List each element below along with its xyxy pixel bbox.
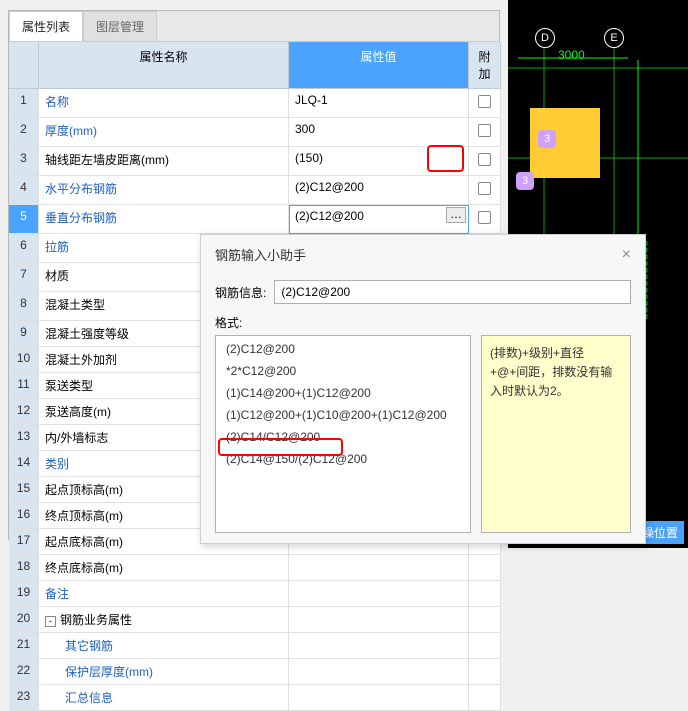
property-name[interactable]: 汇总信息 [39, 685, 289, 711]
format-item[interactable]: (1)C14@200+(1)C12@200 [226, 386, 460, 400]
row-number[interactable]: 7 [9, 263, 39, 292]
extra-checkbox[interactable] [478, 211, 491, 224]
property-name[interactable]: 轴线距左墙皮距离(mm) [39, 147, 289, 176]
row-number[interactable]: 21 [9, 633, 39, 659]
format-list[interactable]: (2)C12@200 *2*C12@200 (1)C14@200+(1)C12@20… [215, 335, 471, 533]
extra-cell [469, 555, 501, 581]
format-item[interactable]: (2)C14@150/(2)C12@200 [226, 452, 460, 466]
tab-properties[interactable]: 属性列表 [9, 11, 83, 41]
ellipsis-button[interactable]: … [446, 207, 466, 223]
extra-cell [469, 118, 501, 147]
row-number[interactable]: 16 [9, 503, 39, 529]
property-name[interactable]: 终点底标高(m) [39, 555, 289, 581]
property-name[interactable]: 厚度(mm) [39, 118, 289, 147]
property-value[interactable]: 300 [289, 118, 469, 147]
extra-checkbox[interactable] [478, 95, 491, 108]
format-hint: (排数)+级别+直径+@+间距，排数没有输入时默认为2。 [481, 335, 631, 533]
format-item[interactable]: (1)C12@200+(1)C10@200+(1)C12@200 [226, 408, 460, 422]
extra-cell [469, 607, 501, 633]
dim-horizontal: 3000 [558, 48, 585, 62]
property-value[interactable] [289, 581, 469, 607]
row-number[interactable]: 12 [9, 399, 39, 425]
property-name[interactable]: 其它钢筋 [39, 633, 289, 659]
property-name[interactable]: -钢筋业务属性 [39, 607, 289, 633]
rebar-helper-dialog: 钢筋输入小助手 × 钢筋信息: 格式: (2)C12@200 *2*C12@200… [200, 234, 646, 544]
extra-cell [469, 633, 501, 659]
property-value[interactable]: (150) [289, 147, 469, 176]
extra-cell [469, 89, 501, 118]
extra-checkbox[interactable] [478, 124, 491, 137]
property-value[interactable]: JLQ-1 [289, 89, 469, 118]
header-rownum [9, 42, 39, 89]
format-item[interactable]: (2)C12@200 [226, 342, 460, 356]
row-number[interactable]: 10 [9, 347, 39, 373]
extra-cell [469, 685, 501, 711]
property-name[interactable]: 水平分布钢筋 [39, 176, 289, 205]
property-table: 属性名称 属性值 附加 [9, 42, 499, 89]
property-name[interactable]: 垂直分布钢筋 [39, 205, 289, 234]
annotation-3a[interactable]: 3 [538, 130, 556, 148]
row-number[interactable]: 20 [9, 607, 39, 633]
annotation-3b[interactable]: 3 [516, 172, 534, 190]
row-number[interactable]: 2 [9, 118, 39, 147]
row-number[interactable]: 17 [9, 529, 39, 555]
format-item[interactable]: *2*C12@200 [226, 364, 460, 378]
property-value[interactable] [289, 555, 469, 581]
row-number[interactable]: 6 [9, 234, 39, 263]
extra-checkbox[interactable] [478, 153, 491, 166]
property-name[interactable]: 保护层厚度(mm) [39, 659, 289, 685]
extra-cell [469, 205, 501, 234]
row-number[interactable]: 18 [9, 555, 39, 581]
row-number[interactable]: 8 [9, 292, 39, 321]
row-number[interactable]: 3 [9, 147, 39, 176]
row-number[interactable]: 15 [9, 477, 39, 503]
row-number[interactable]: 22 [9, 659, 39, 685]
row-number[interactable]: 14 [9, 451, 39, 477]
header-extra: 附加 [469, 42, 501, 89]
row-number[interactable]: 1 [9, 89, 39, 118]
tab-layers[interactable]: 图层管理 [83, 11, 157, 41]
extra-cell [469, 176, 501, 205]
row-number[interactable]: 11 [9, 373, 39, 399]
extra-cell [469, 147, 501, 176]
extra-checkbox[interactable] [478, 182, 491, 195]
property-value[interactable] [289, 633, 469, 659]
format-label: 格式: [215, 314, 631, 331]
extra-cell [469, 659, 501, 685]
header-name: 属性名称 [39, 42, 289, 89]
close-icon[interactable]: × [622, 246, 631, 264]
rebar-info-input[interactable] [274, 280, 631, 304]
property-value[interactable] [289, 607, 469, 633]
row-number[interactable]: 13 [9, 425, 39, 451]
extra-cell [469, 581, 501, 607]
property-value[interactable]: (2)C12@200… [289, 205, 469, 234]
dialog-title: 钢筋输入小助手 [215, 245, 306, 264]
row-number[interactable]: 5 [9, 205, 39, 234]
info-label: 钢筋信息: [215, 284, 266, 301]
tree-toggle-icon[interactable]: - [45, 616, 56, 627]
header-value[interactable]: 属性值 [289, 42, 469, 89]
property-name[interactable]: 备注 [39, 581, 289, 607]
property-value[interactable]: (2)C12@200 [289, 176, 469, 205]
row-number[interactable]: 9 [9, 321, 39, 347]
format-item[interactable]: (2)C14/C12@200 [226, 430, 460, 444]
property-name[interactable]: 名称 [39, 89, 289, 118]
tabs-bar: 属性列表 图层管理 [9, 11, 499, 42]
property-value[interactable] [289, 685, 469, 711]
property-value[interactable] [289, 659, 469, 685]
row-number[interactable]: 19 [9, 581, 39, 607]
row-number[interactable]: 4 [9, 176, 39, 205]
row-number[interactable]: 23 [9, 685, 39, 711]
